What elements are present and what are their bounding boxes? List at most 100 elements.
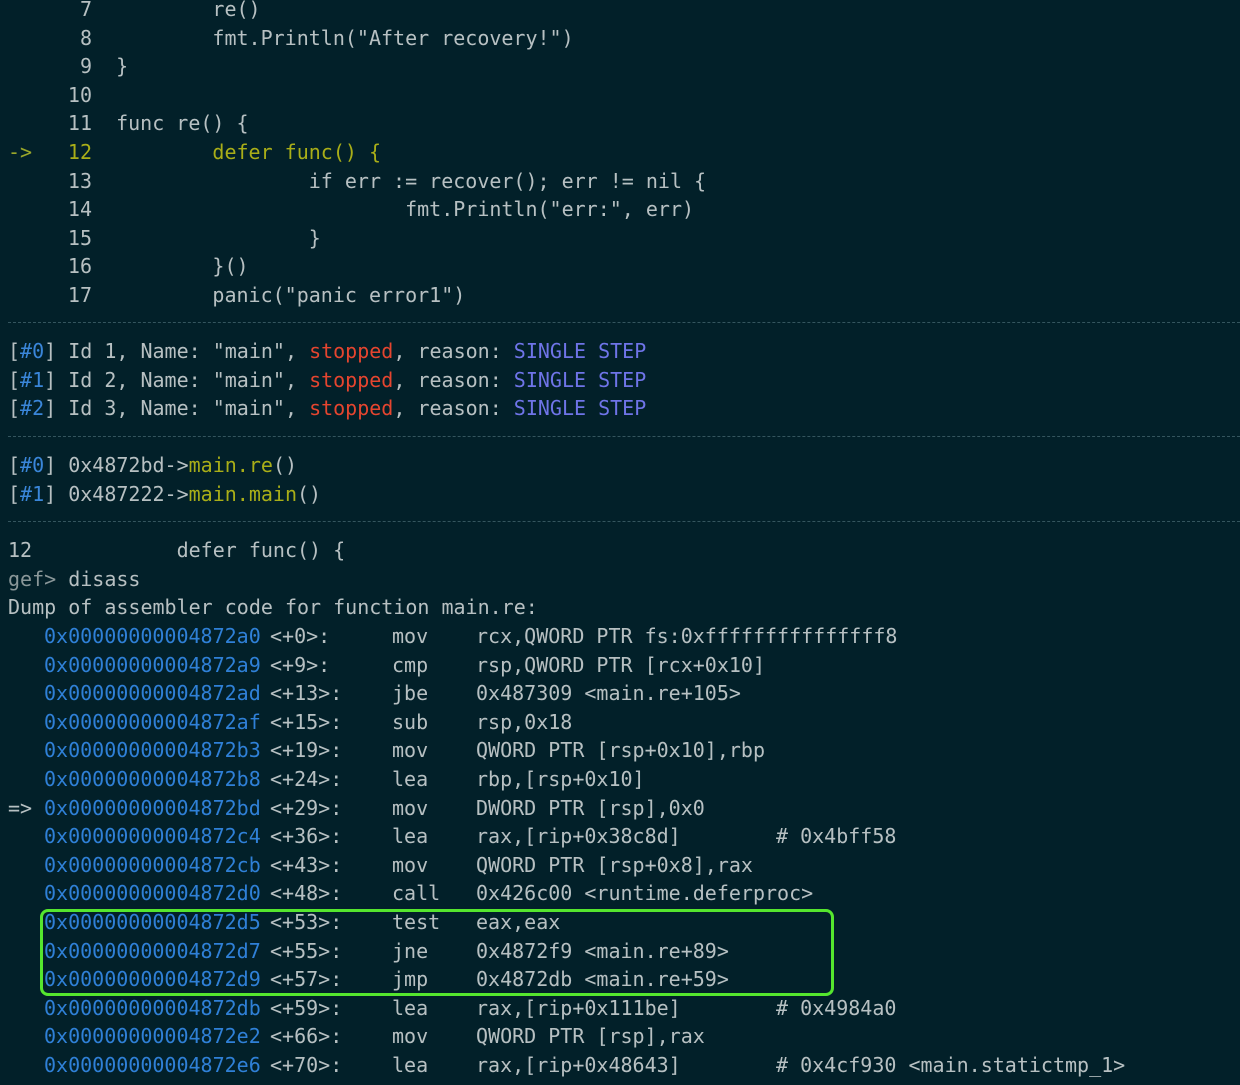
current-line-marker: -> bbox=[8, 140, 33, 164]
thread-info: , reason: bbox=[393, 339, 514, 363]
gef-prompt-line[interactable]: gef> disass bbox=[8, 565, 140, 593]
asm-opcode: lea bbox=[392, 824, 429, 849]
asm-address: 0x00000000004872d0 bbox=[44, 881, 261, 906]
asm-offset: <+66>: bbox=[270, 1024, 343, 1049]
asm-address: 0x00000000004872bd bbox=[44, 795, 261, 820]
asm-operands: rax,[rip+0x38c8d] bbox=[476, 824, 681, 849]
line-number: 17 bbox=[67, 283, 92, 307]
source-line: 17 panic("panic error1") bbox=[8, 281, 465, 309]
separator bbox=[8, 436, 1240, 437]
line-number: 16 bbox=[67, 254, 92, 279]
separator bbox=[8, 322, 1240, 323]
asm-opcode: mov bbox=[392, 1024, 429, 1049]
asm-row[interactable]: 0x00000000004872bd <+29>: mov DWORD PTR [rs… bbox=[44, 794, 1240, 822]
trace-frame[interactable]: [#1] 0x487222->main.main() bbox=[8, 480, 321, 508]
highlight-box bbox=[40, 909, 834, 996]
frame-address: 0x487222-> bbox=[56, 481, 189, 506]
asm-address: 0x00000000004872e2 bbox=[44, 1024, 261, 1049]
gef-prompt: gef> bbox=[8, 567, 57, 591]
bracket: [ bbox=[8, 339, 21, 363]
asm-operands: rsp,0x18 bbox=[476, 709, 573, 734]
thread-row: [#0] Id 1, Name: "main", stopped, reason… bbox=[8, 337, 646, 365]
frame-call: () bbox=[297, 481, 322, 506]
asm-address: 0x00000000004872c4 bbox=[44, 824, 261, 849]
bracket: [ bbox=[8, 481, 21, 506]
asm-opcode: jbe bbox=[392, 681, 429, 706]
asm-operands: rax,[rip+0x48643] bbox=[476, 1053, 681, 1077]
bracket: ] bbox=[44, 396, 57, 421]
command-text: disass bbox=[56, 567, 141, 591]
context-line: 12 defer func() { bbox=[8, 536, 345, 564]
line-code: panic("panic error1") bbox=[92, 283, 466, 307]
thread-index: #1 bbox=[20, 367, 45, 392]
asm-comment: # 0x4984a0 bbox=[776, 995, 897, 1020]
asm-opcode: cmp bbox=[392, 652, 429, 677]
bracket: [ bbox=[8, 367, 21, 392]
asm-operands: 0x487309 <main.re+105> bbox=[476, 681, 741, 706]
asm-address: 0x00000000004872cb bbox=[44, 852, 261, 877]
asm-opcode: mov bbox=[392, 624, 429, 648]
frame-function: main.re bbox=[188, 453, 273, 477]
asm-offset: <+70>: bbox=[270, 1053, 343, 1077]
frame-function: main.main bbox=[188, 481, 298, 506]
line-code: re() bbox=[92, 0, 261, 21]
asm-operands: rax,[rip+0x111be] bbox=[476, 995, 681, 1020]
asm-offset: <+15>: bbox=[270, 709, 343, 734]
asm-operands: 0x426c00 <runtime.deferproc> bbox=[476, 881, 814, 906]
asm-row[interactable]: 0x00000000004872cb <+43>: mov QWORD PTR [rs… bbox=[44, 851, 1240, 879]
asm-row[interactable]: 0x00000000004872e6 <+70>: lea rax,[rip+0x48… bbox=[44, 1051, 1240, 1079]
asm-row[interactable]: 0x00000000004872a0 <+0>: mov rcx,QWORD PTR … bbox=[44, 622, 1240, 650]
asm-opcode: lea bbox=[392, 995, 429, 1020]
line-code: if err := recover(); err != nil { bbox=[92, 168, 707, 193]
bracket: ] bbox=[44, 367, 57, 392]
thread-reason: SINGLE STEP bbox=[513, 396, 647, 421]
asm-address: 0x00000000004872af bbox=[44, 709, 261, 734]
asm-offset: <+24>: bbox=[270, 767, 343, 791]
thread-info: Id 1, Name: "main", bbox=[56, 339, 310, 363]
asm-operands: QWORD PTR [rsp],rax bbox=[476, 1024, 705, 1049]
bracket: ] bbox=[44, 453, 57, 477]
asm-operands: QWORD PTR [rsp+0x10],rbp bbox=[476, 738, 765, 763]
line-code: } bbox=[92, 54, 129, 79]
asm-row[interactable]: 0x00000000004872b8 <+24>: lea rbp,[rsp+0x10… bbox=[44, 765, 1240, 793]
source-line: 7 re() bbox=[8, 0, 261, 23]
thread-info: , reason: bbox=[393, 396, 514, 421]
thread-info: Id 3, Name: "main", bbox=[56, 396, 310, 421]
separator bbox=[8, 521, 1240, 522]
asm-operands: rcx,QWORD PTR fs:0xfffffffffffffff8 bbox=[476, 624, 898, 648]
source-line: 14 fmt.Println("err:", err) bbox=[8, 195, 694, 223]
asm-row[interactable]: 0x00000000004872c4 <+36>: lea rax,[rip+0x38… bbox=[44, 822, 1240, 850]
thread-info: , reason: bbox=[393, 367, 514, 392]
asm-row[interactable]: 0x00000000004872db <+59>: lea rax,[rip+0x11… bbox=[44, 994, 1240, 1022]
asm-row[interactable]: 0x00000000004872d0 <+48>: call 0x426c00 <ru… bbox=[44, 879, 1240, 907]
line-number: 13 bbox=[67, 168, 92, 193]
asm-offset: <+13>: bbox=[270, 681, 343, 706]
thread-reason: SINGLE STEP bbox=[513, 367, 647, 392]
line-code: func re() { bbox=[92, 111, 249, 136]
asm-opcode: call bbox=[392, 881, 441, 906]
source-line: 15 } bbox=[8, 224, 321, 252]
asm-operands: DWORD PTR [rsp],0x0 bbox=[476, 795, 705, 820]
source-line: 13 if err := recover(); err != nil { bbox=[8, 167, 706, 195]
line-number: 11 bbox=[67, 111, 92, 136]
asm-row[interactable]: 0x00000000004872e2 <+66>: mov QWORD PTR [rs… bbox=[44, 1022, 1240, 1050]
asm-opcode: mov bbox=[392, 738, 429, 763]
asm-row[interactable]: 0x00000000004872af <+15>: sub rsp,0x18 bbox=[44, 708, 1240, 736]
asm-comment: # 0x4cf930 <main.statictmp_1> bbox=[776, 1053, 1126, 1077]
context-line-number: 12 bbox=[8, 538, 33, 562]
trace-frame[interactable]: [#0] 0x4872bd->main.re() bbox=[8, 451, 297, 479]
frame-index: #1 bbox=[20, 481, 45, 506]
thread-reason: SINGLE STEP bbox=[513, 339, 647, 363]
asm-offset: <+48>: bbox=[270, 881, 343, 906]
asm-row[interactable]: 0x00000000004872ad <+13>: jbe 0x487309 <mai… bbox=[44, 679, 1240, 707]
asm-address: 0x00000000004872a0 bbox=[44, 624, 261, 648]
line-number: 14 bbox=[67, 197, 92, 222]
bracket: [ bbox=[8, 453, 21, 477]
line-code: } bbox=[92, 225, 321, 250]
asm-offset: <+19>: bbox=[270, 738, 343, 763]
asm-row[interactable]: 0x00000000004872a9 <+9>: cmp rsp,QWORD PTR … bbox=[44, 651, 1240, 679]
thread-state: stopped bbox=[309, 396, 394, 421]
asm-row[interactable]: 0x00000000004872b3 <+19>: mov QWORD PTR [rs… bbox=[44, 736, 1240, 764]
bracket: ] bbox=[44, 481, 57, 506]
